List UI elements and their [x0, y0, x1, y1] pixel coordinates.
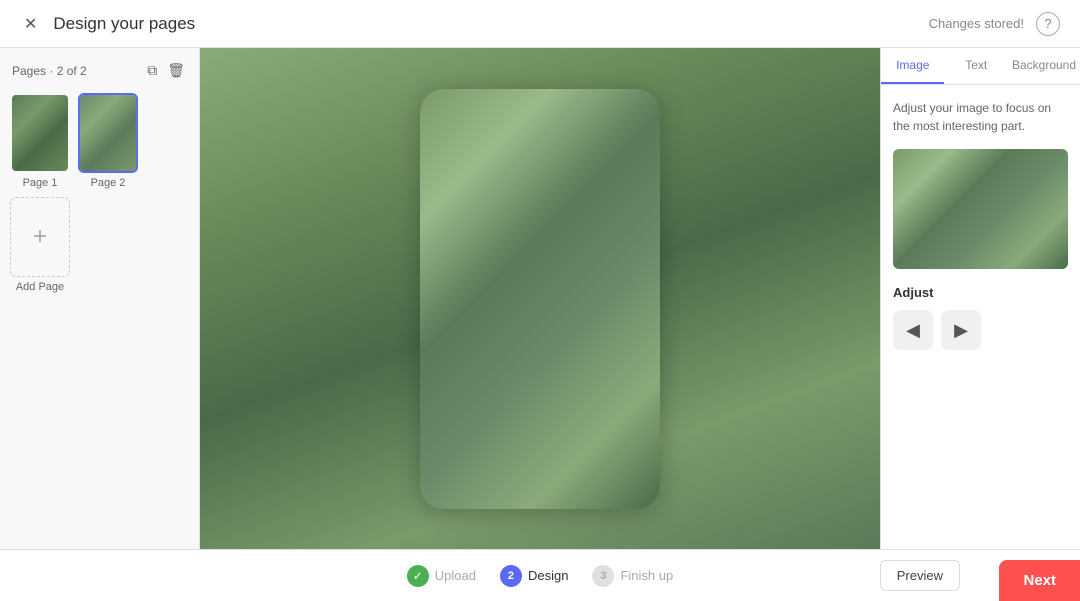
page-title: Design your pages [53, 14, 195, 34]
right-sidebar: Image Text Background Adjust your image … [880, 48, 1080, 549]
add-page-icon: + [33, 223, 47, 251]
adjust-controls: ◀ ▶ [893, 310, 1068, 350]
canvas-area[interactable] [200, 48, 880, 549]
page-1-label: Page 1 [23, 177, 58, 189]
help-button[interactable]: ? [1036, 12, 1060, 36]
pages-thumbnails: Page 1 Page 2 + Add Page [10, 93, 189, 293]
right-panel-content: Adjust your image to focus on the most i… [881, 85, 1080, 549]
page-2-preview [80, 95, 136, 171]
adjust-section-label: Adjust [893, 285, 1068, 300]
help-icon: ? [1044, 16, 1051, 31]
tab-background[interactable]: Background [1008, 48, 1080, 84]
preview-label: Preview [897, 568, 943, 583]
page-2-container: Page 2 [78, 93, 138, 189]
step-upload-label: Upload [435, 568, 476, 583]
page-2-thumb[interactable] [78, 93, 138, 173]
header: ✕ Design your pages Changes stored! ? [0, 0, 1080, 48]
step-finish-number: 3 [592, 565, 614, 587]
copy-icon: ⧉ [147, 62, 157, 78]
preview-button[interactable]: Preview [880, 560, 960, 591]
adjust-description: Adjust your image to focus on the most i… [893, 99, 1068, 135]
tab-text[interactable]: Text [944, 48, 1007, 84]
left-sidebar: Pages · 2 of 2 ⧉ 🗑 Page 1 [0, 48, 200, 549]
copy-page-button[interactable]: ⧉ [145, 60, 159, 81]
step-finish-label: Finish up [620, 568, 673, 583]
delete-page-button[interactable]: 🗑 [165, 60, 187, 81]
tab-image[interactable]: Image [881, 48, 944, 84]
step-design-label: Design [528, 568, 568, 583]
page-1-container: Page 1 [10, 93, 70, 189]
page-2-label: Page 2 [91, 177, 126, 189]
canvas-phone-frame [420, 89, 660, 509]
trash-icon: 🗑 [167, 62, 185, 78]
adjust-left-icon: ◀ [906, 320, 920, 341]
pages-header: Pages · 2 of 2 ⧉ 🗑 [10, 60, 189, 81]
pages-actions: ⧉ 🗑 [145, 60, 187, 81]
header-right: Changes stored! ? [929, 12, 1060, 36]
next-button[interactable]: Next [999, 560, 1080, 601]
changes-stored-label: Changes stored! [929, 16, 1024, 31]
step-design-number: 2 [500, 565, 522, 587]
main-area: Pages · 2 of 2 ⧉ 🗑 Page 1 [0, 48, 1080, 549]
header-left: ✕ Design your pages [20, 10, 195, 38]
image-preview [893, 149, 1068, 269]
adjust-left-button[interactable]: ◀ [893, 310, 933, 350]
next-label: Next [1023, 572, 1056, 589]
pages-label: Pages · 2 of 2 [12, 64, 87, 78]
adjust-right-icon: ▶ [954, 320, 968, 341]
add-page-container: + Add Page [10, 197, 70, 293]
canvas-phone-content [420, 89, 660, 509]
add-page-label: Add Page [16, 281, 64, 293]
step-finish: 3 Finish up [592, 565, 673, 587]
right-tabs: Image Text Background [881, 48, 1080, 85]
add-page-button[interactable]: + [10, 197, 70, 277]
step-upload: ✓ Upload [407, 565, 476, 587]
close-button[interactable]: ✕ [20, 10, 41, 38]
footer: ✓ Upload 2 Design 3 Finish up Preview Ne… [0, 549, 1080, 601]
page-1-thumb[interactable] [10, 93, 70, 173]
step-design: 2 Design [500, 565, 568, 587]
footer-steps: ✓ Upload 2 Design 3 Finish up [407, 565, 673, 587]
adjust-right-button[interactable]: ▶ [941, 310, 981, 350]
page-1-preview [12, 95, 68, 171]
step-upload-check: ✓ [407, 565, 429, 587]
